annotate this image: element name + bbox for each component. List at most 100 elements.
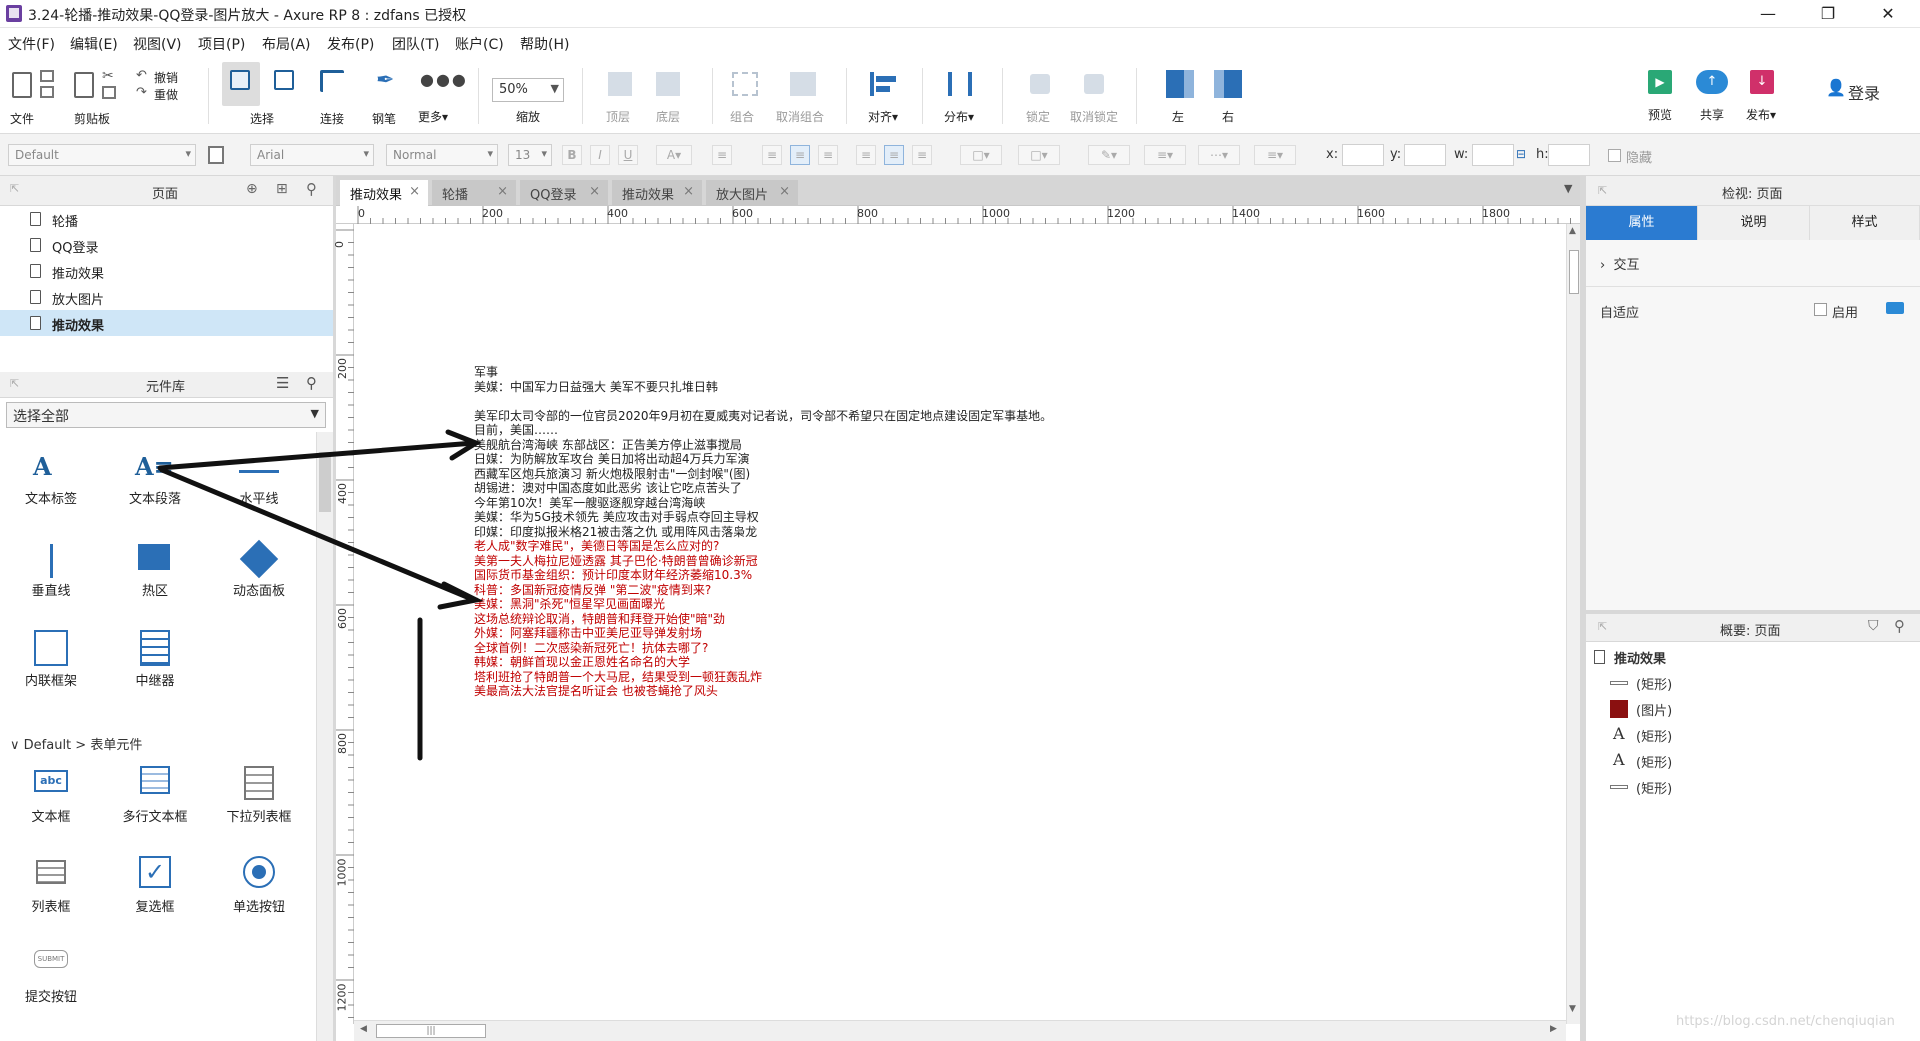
bottom-layer-label[interactable]: 底层: [656, 108, 680, 125]
publish-button[interactable]: 发布▾: [1746, 106, 1776, 123]
right-button[interactable]: 右: [1222, 108, 1234, 125]
library-scrollbar[interactable]: [316, 432, 333, 1041]
menu-icon[interactable]: ☰: [276, 374, 289, 392]
canvas-text-line[interactable]: 胡锡进：澳对中国态度如此恶劣 该让它吃点苦头了: [474, 481, 742, 496]
enable-checkbox[interactable]: [1814, 303, 1827, 316]
page-item-selected[interactable]: 推动效果: [0, 310, 333, 336]
page-item[interactable]: 放大图片: [0, 284, 333, 310]
canvas-text-line[interactable]: 美最高法大法官提名听证会 也被苍蝇抢了风头: [474, 684, 718, 699]
hidden-checkbox[interactable]: [1608, 149, 1621, 162]
canvas-text-line[interactable]: 全球首例！二次感染新冠死亡！抗体去哪了?: [474, 641, 708, 656]
close-button[interactable]: ✕: [1860, 0, 1916, 28]
align-button[interactable]: 对齐▾: [868, 108, 898, 125]
tab-qq-login[interactable]: QQ登录 ×: [520, 180, 608, 206]
menu-arrange[interactable]: 布局(A): [262, 34, 311, 54]
underline-button[interactable]: U: [618, 145, 638, 165]
close-icon[interactable]: ×: [779, 184, 790, 199]
menu-file[interactable]: 文件(F): [8, 34, 55, 54]
canvas-text-line[interactable]: 国际货币基金组织：预计印度本财年经济萎缩10.3%: [474, 568, 752, 583]
style-manager-icon[interactable]: [208, 146, 224, 164]
filter-icon[interactable]: ⛉: [1868, 618, 1879, 634]
canvas-text-line[interactable]: 美第一夫人梅拉尼娅透露 其子巴伦·特朗普曾确诊新冠: [474, 554, 758, 569]
menu-view[interactable]: 视图(V): [133, 34, 182, 54]
scroll-up-icon[interactable]: ▲: [1569, 226, 1576, 236]
canvas-text-line[interactable]: 韩媒：朝鲜首现以金正恩姓名命名的大学: [474, 655, 690, 670]
publish-icon[interactable]: ↓: [1750, 70, 1774, 94]
outline-root[interactable]: 推动效果: [1586, 644, 1920, 670]
menu-account[interactable]: 账户(C): [455, 34, 504, 54]
widget-repeater[interactable]: 中继器: [110, 630, 200, 710]
font-family-select[interactable]: Arial: [250, 144, 374, 166]
search-icon[interactable]: ⚲: [306, 374, 317, 392]
tab-zoom-image[interactable]: 放大图片 ×: [706, 180, 798, 206]
unlock-icon[interactable]: [1084, 74, 1104, 94]
widget-vertical-line[interactable]: 垂直线: [6, 540, 96, 620]
page-item[interactable]: 推动效果: [0, 258, 333, 284]
w-input[interactable]: [1472, 144, 1514, 166]
line-width-button[interactable]: ≡▾: [1144, 145, 1186, 165]
redo-button[interactable]: 重做: [154, 86, 178, 103]
menu-publish[interactable]: 发布(P): [327, 34, 374, 54]
font-color-button[interactable]: A▾: [656, 145, 692, 165]
scroll-left-icon[interactable]: ◀: [360, 1024, 367, 1034]
lock-icon[interactable]: [1030, 74, 1050, 94]
group-icon[interactable]: [732, 72, 758, 96]
top-layer-label[interactable]: 顶层: [606, 108, 630, 125]
undo-button[interactable]: 撤销: [154, 69, 178, 86]
widget-paragraph[interactable]: A≡ 文本段落: [110, 448, 200, 528]
more-icon[interactable]: ●●●: [420, 70, 468, 89]
interaction-section[interactable]: › 交互: [1600, 254, 1639, 273]
shadow-button[interactable]: □▾: [1018, 145, 1060, 165]
tab-push-effect[interactable]: 推动效果 ×: [340, 180, 428, 206]
collapse-icon[interactable]: ⇱: [1598, 184, 1607, 197]
ungroup-icon[interactable]: [790, 72, 816, 96]
canvas-text-line[interactable]: 美媒：黑洞"杀死"恒星罕见画面曝光: [474, 597, 665, 612]
form-section-header[interactable]: ∨ Default > 表单元件: [10, 734, 142, 753]
bullet-list-icon[interactable]: ≡: [712, 145, 732, 165]
cut-icon[interactable]: ✂: [102, 68, 114, 84]
page-item[interactable]: 轮播: [0, 206, 333, 232]
redo-icon[interactable]: ↷: [136, 85, 147, 100]
canvas-text-line[interactable]: 这场总统辩论取消，特朗普和拜登开始使"暗"劲: [474, 612, 725, 627]
copy-icon[interactable]: [102, 86, 116, 99]
h-input[interactable]: [1548, 144, 1590, 166]
menu-team[interactable]: 团队(T): [392, 34, 439, 54]
widget-inline-frame[interactable]: 内联框架: [6, 630, 96, 710]
ungroup-label[interactable]: 取消组合: [776, 108, 824, 125]
canvas-text-line[interactable]: 科普：多国新冠疫情反弹 "第二波"疫情到来?: [474, 583, 711, 598]
widget-dropdown[interactable]: 下拉列表框: [214, 766, 304, 846]
bring-to-front-icon[interactable]: [608, 72, 632, 96]
canvas-text-line[interactable]: 美军印太司令部的一位官员2020年9月初在夏威夷对记者说，司令部不希望只在固定地…: [474, 409, 1052, 424]
widget-text-label[interactable]: A 文本标签: [6, 448, 96, 528]
tab-push-effect-2[interactable]: 推动效果 ×: [612, 180, 702, 206]
open-folder-icon[interactable]: [40, 86, 54, 98]
left-button[interactable]: 左: [1172, 108, 1184, 125]
adaptive-settings-icon[interactable]: [1886, 302, 1904, 314]
minimize-button[interactable]: —: [1740, 0, 1796, 28]
align-icon[interactable]: [870, 72, 874, 96]
canvas-text-line[interactable]: 美舰航台湾海峡 东部战区：正告美方停止滋事搅局: [474, 438, 742, 453]
canvas-text-line[interactable]: 美媒：中国军力日益强大 美军不要只扎堆日韩: [474, 380, 718, 395]
canvas-text-line[interactable]: 军事: [474, 365, 498, 380]
distribute-button[interactable]: 分布▾: [944, 108, 974, 125]
align-left-icon[interactable]: ≡: [762, 145, 782, 165]
canvas-text-line[interactable]: 美媒：华为5G技术领先 美应攻击对手弱点夺回主导权: [474, 510, 759, 525]
tab-notes[interactable]: 说明: [1698, 206, 1810, 240]
left-icon[interactable]: [1166, 70, 1194, 98]
close-icon[interactable]: ×: [409, 184, 420, 199]
canvas-vertical-scrollbar[interactable]: ▲ ▼: [1566, 224, 1580, 1024]
italic-button[interactable]: I: [590, 145, 610, 165]
widget-textarea[interactable]: 多行文本框: [110, 766, 200, 846]
valign-middle-icon[interactable]: ≡: [884, 145, 904, 165]
menu-help[interactable]: 帮助(H): [520, 34, 569, 54]
zoom-select[interactable]: 50% ▼: [492, 78, 564, 102]
arrow-style-button[interactable]: ≡▾: [1254, 145, 1296, 165]
restore-button[interactable]: ❐: [1800, 0, 1856, 28]
align-center-icon[interactable]: ≡: [790, 145, 810, 165]
close-icon[interactable]: ×: [683, 184, 694, 199]
font-size-select[interactable]: 13: [508, 144, 552, 166]
scrollbar-thumb[interactable]: |||: [376, 1024, 486, 1038]
font-weight-select[interactable]: Normal: [386, 144, 498, 166]
scrollbar-thumb[interactable]: [319, 452, 331, 512]
scrollbar-thumb[interactable]: [1569, 250, 1579, 294]
